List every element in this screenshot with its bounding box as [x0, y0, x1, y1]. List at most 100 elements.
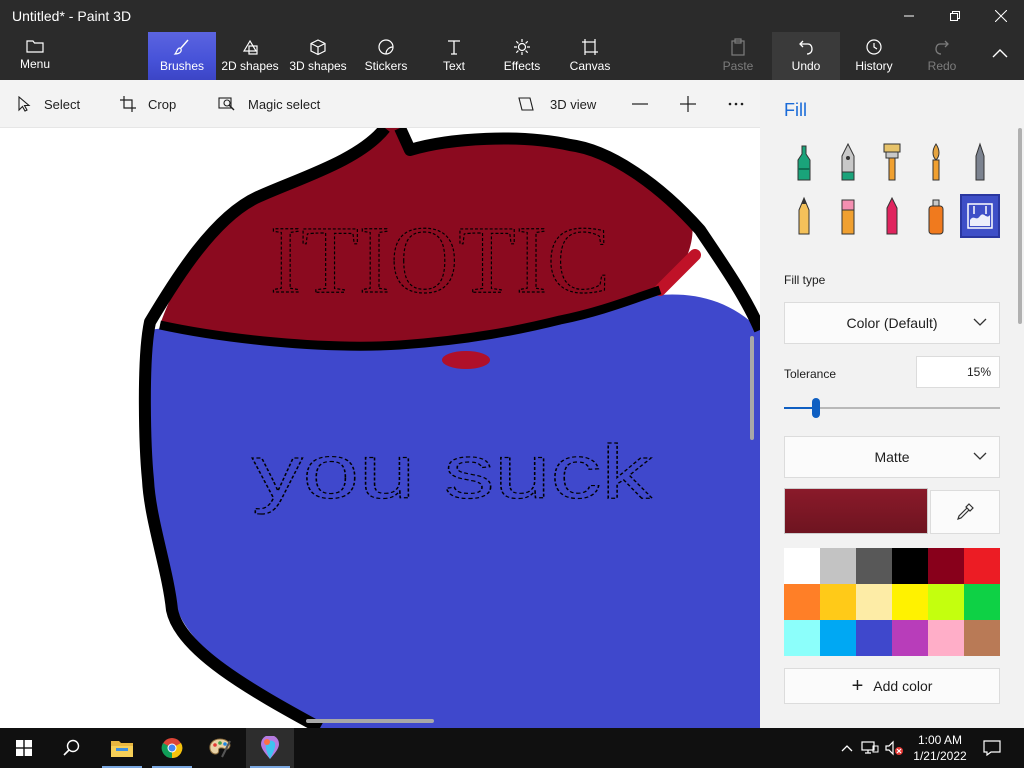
calligraphy-pen-icon	[841, 142, 855, 181]
magic-select-button[interactable]: Magic select	[218, 80, 320, 128]
tab-effects[interactable]: Effects	[496, 32, 548, 80]
plus-icon	[680, 96, 696, 112]
action-center-button[interactable]	[970, 728, 1014, 768]
taskbar-paint-3d[interactable]	[246, 728, 294, 768]
history-icon	[866, 39, 882, 55]
brush-watercolor[interactable]	[916, 140, 956, 184]
spray-can-icon	[928, 199, 944, 235]
paste-button[interactable]: Paste	[712, 32, 764, 80]
marker-icon	[797, 145, 811, 181]
brush-pixel-pen[interactable]	[960, 140, 1000, 184]
tab-canvas[interactable]: Canvas	[564, 32, 616, 80]
drawing-canvas[interactable]: ITIOTIC you suck	[0, 128, 760, 728]
start-button[interactable]	[0, 728, 48, 768]
palette-swatch[interactable]	[856, 620, 892, 656]
volume-status[interactable]	[882, 728, 906, 768]
3d-view-button[interactable]: 3D view	[518, 80, 596, 128]
select-button[interactable]: Select	[16, 80, 80, 128]
brush-fill[interactable]	[960, 194, 1000, 238]
palette-swatch[interactable]	[820, 620, 856, 656]
palette-swatch[interactable]	[928, 548, 964, 584]
chevron-down-icon	[973, 318, 987, 326]
redo-button[interactable]: Redo	[916, 32, 968, 80]
chrome-icon	[161, 738, 183, 759]
palette-swatch[interactable]	[928, 584, 964, 620]
crop-icon	[120, 96, 136, 112]
zoom-out-button[interactable]	[632, 80, 648, 128]
menu-button[interactable]: Menu	[10, 32, 60, 80]
eyedropper-button[interactable]	[930, 490, 1000, 534]
tab-label: Effects	[503, 59, 541, 73]
tab-stickers[interactable]: Stickers	[358, 32, 414, 80]
palette-swatch[interactable]	[928, 620, 964, 656]
palette-swatch[interactable]	[820, 548, 856, 584]
brush-crayon[interactable]	[872, 194, 912, 238]
add-color-button[interactable]: + Add color	[784, 668, 1000, 704]
undo-button[interactable]: Undo	[772, 32, 840, 80]
crop-button[interactable]: Crop	[120, 80, 176, 128]
tolerance-slider[interactable]	[784, 398, 1000, 418]
brush-pencil[interactable]	[784, 194, 824, 238]
palette-swatch[interactable]	[784, 584, 820, 620]
zoom-in-button[interactable]	[680, 80, 696, 128]
more-options-button[interactable]	[728, 80, 744, 128]
palette-swatch[interactable]	[892, 548, 928, 584]
palette-swatch[interactable]	[892, 584, 928, 620]
notification-icon	[983, 740, 1001, 756]
collapse-ribbon-button[interactable]	[978, 32, 1022, 80]
canvas-horizontal-scrollbar[interactable]	[306, 719, 434, 723]
canvas-drawing: ITIOTIC you suck	[138, 128, 760, 728]
current-color-swatch[interactable]	[784, 488, 928, 534]
palette-swatch[interactable]	[964, 620, 1000, 656]
palette-swatch[interactable]	[892, 620, 928, 656]
3d-shapes-icon	[310, 39, 326, 56]
brush-eraser[interactable]	[828, 194, 868, 238]
show-hidden-icons-button[interactable]	[836, 728, 858, 768]
palette-swatch[interactable]	[820, 584, 856, 620]
tolerance-input[interactable]: 15%	[916, 356, 1000, 388]
tab-brushes[interactable]: Brushes	[148, 32, 216, 80]
brush-calligraphy-pen[interactable]	[828, 140, 868, 184]
tab-2d-shapes[interactable]: 2D shapes	[218, 32, 282, 80]
clock-time: 1:00 AM	[917, 733, 963, 747]
fill-type-dropdown[interactable]: Color (Default)	[784, 302, 1000, 344]
tab-text[interactable]: Text	[428, 32, 480, 80]
palette-swatch[interactable]	[964, 548, 1000, 584]
select-label: Select	[44, 96, 81, 112]
fill-type-label: Fill type	[784, 273, 826, 287]
canvas-vertical-scrollbar[interactable]	[750, 336, 754, 440]
minus-icon	[632, 103, 648, 105]
network-status[interactable]	[858, 728, 882, 768]
brush-spray-can[interactable]	[916, 194, 956, 238]
2d-shapes-icon	[242, 39, 258, 55]
close-button[interactable]	[978, 0, 1024, 32]
palette-swatch[interactable]	[856, 584, 892, 620]
tab-3d-shapes[interactable]: 3D shapes	[286, 32, 350, 80]
menu-label: Menu	[19, 57, 51, 71]
paste-icon	[731, 38, 745, 56]
tolerance-slider-thumb[interactable]	[812, 398, 821, 418]
restore-button[interactable]	[932, 0, 978, 32]
file-explorer-icon	[111, 741, 133, 757]
fill-bucket-icon	[967, 203, 993, 229]
palette-swatch[interactable]	[964, 584, 1000, 620]
history-label: History	[855, 59, 893, 73]
taskbar-paint[interactable]	[196, 728, 244, 768]
history-button[interactable]: History	[846, 32, 902, 80]
palette-swatch[interactable]	[856, 548, 892, 584]
taskbar-file-explorer[interactable]	[98, 728, 146, 768]
taskbar-chrome[interactable]	[148, 728, 196, 768]
palette-swatch[interactable]	[784, 620, 820, 656]
paint3d-window: Untitled* - Paint 3D Menu Brushes 2D sha…	[0, 0, 1024, 768]
system-clock[interactable]: 1:00 AM 1/21/2022	[908, 732, 972, 764]
brush-oil[interactable]	[872, 140, 912, 184]
tab-label: 2D shapes	[221, 59, 279, 73]
brush-marker[interactable]	[784, 140, 824, 184]
minimize-button[interactable]	[886, 0, 932, 32]
finish-dropdown[interactable]: Matte	[784, 436, 1000, 478]
search-button[interactable]	[48, 728, 96, 768]
palette-swatch[interactable]	[784, 548, 820, 584]
panel-scrollbar[interactable]	[1018, 128, 1022, 324]
restore-icon	[950, 11, 960, 21]
finish-value: Matte	[874, 449, 910, 465]
